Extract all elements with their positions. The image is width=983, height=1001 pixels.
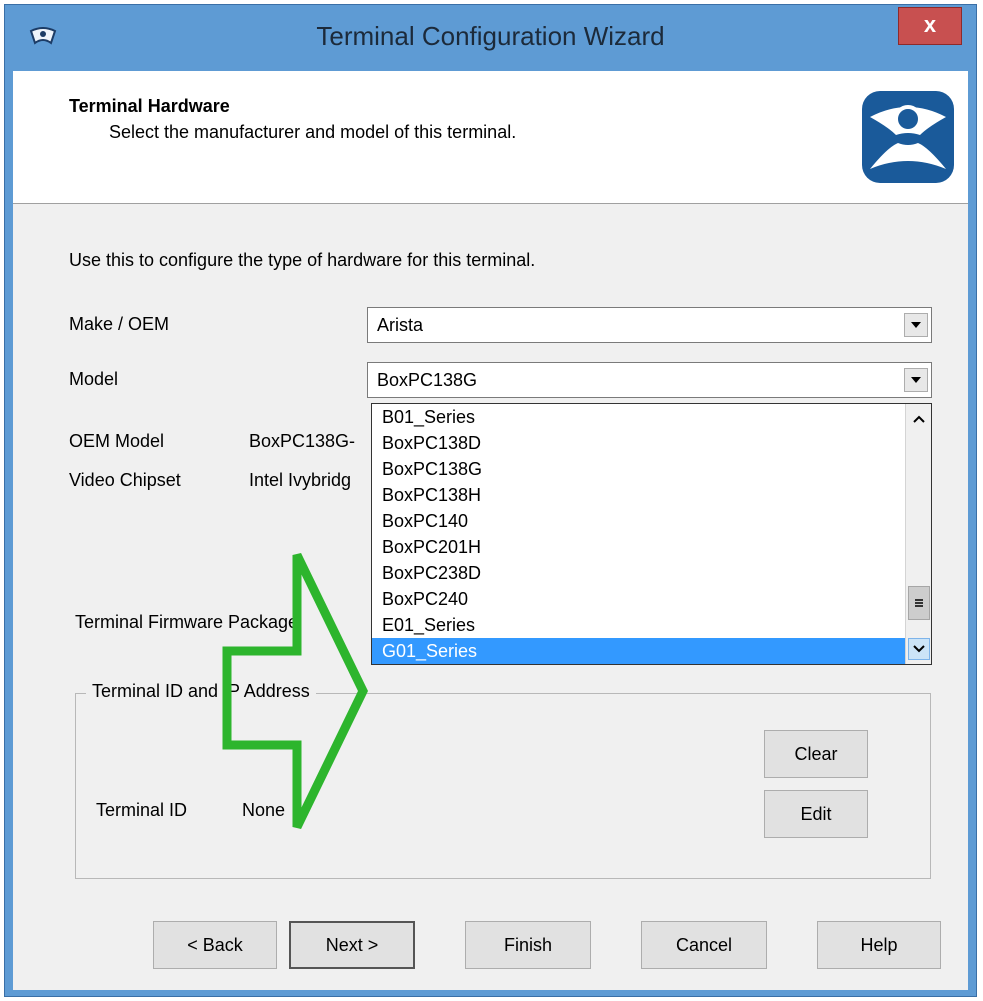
cancel-button[interactable]: Cancel: [641, 921, 767, 969]
page-title: Terminal Hardware: [69, 96, 230, 116]
wizard-body: Terminal Hardware Select the manufacture…: [13, 71, 968, 990]
chevron-down-icon[interactable]: [904, 368, 928, 392]
list-item-selected[interactable]: G01_Series: [372, 638, 905, 664]
next-button[interactable]: Next >: [289, 921, 415, 969]
model-combobox[interactable]: BoxPC138G: [367, 362, 932, 398]
terminal-id-value: None: [242, 800, 286, 820]
oem-model-label: OEM Model: [69, 431, 165, 451]
thinmanager-logo-icon: [862, 91, 954, 183]
edit-button[interactable]: Edit: [764, 790, 868, 838]
page-subtitle: Select the manufacturer and model of thi…: [109, 122, 517, 142]
group-legend: Terminal ID and IP Address: [86, 681, 316, 702]
make-value: Arista: [377, 315, 424, 335]
title-bar[interactable]: Terminal Configuration Wizard x: [5, 5, 976, 71]
list-item[interactable]: BoxPC201H: [372, 534, 905, 560]
model-dropdown-list[interactable]: B01_Series BoxPC138D BoxPC138G BoxPC138H…: [371, 403, 932, 665]
make-combobox[interactable]: Arista: [367, 307, 932, 343]
firmware-label: Terminal Firmware Package: [75, 612, 299, 632]
finish-button[interactable]: Finish: [465, 921, 591, 969]
terminal-id-group: Terminal ID and IP Address Terminal ID N…: [75, 681, 931, 879]
chevron-down-icon[interactable]: [904, 313, 928, 337]
list-item[interactable]: BoxPC138H: [372, 482, 905, 508]
header-panel: Terminal Hardware Select the manufacture…: [13, 71, 968, 204]
window-title: Terminal Configuration Wizard: [316, 21, 665, 51]
list-item[interactable]: BoxPC238D: [372, 560, 905, 586]
chevron-down-icon[interactable]: [908, 638, 930, 660]
help-button[interactable]: Help: [817, 921, 941, 969]
list-item[interactable]: BoxPC138D: [372, 430, 905, 456]
close-button[interactable]: x: [898, 7, 962, 45]
intro-text: Use this to configure the type of hardwa…: [69, 250, 536, 270]
dropdown-scrollbar[interactable]: [905, 404, 931, 664]
terminal-id-label: Terminal ID: [96, 800, 188, 820]
list-item[interactable]: BoxPC240: [372, 586, 905, 612]
model-label: Model: [69, 369, 119, 389]
video-chipset-value: Intel Ivybridg: [249, 470, 352, 490]
wizard-window: Terminal Configuration Wizard x Terminal…: [4, 4, 977, 997]
back-button[interactable]: < Back: [153, 921, 277, 969]
clear-button[interactable]: Clear: [764, 730, 868, 778]
list-item[interactable]: BoxPC138G: [372, 456, 905, 482]
list-item[interactable]: B01_Series: [372, 404, 905, 430]
model-value: BoxPC138G: [377, 370, 478, 390]
list-item[interactable]: E01_Series: [372, 612, 905, 638]
make-label: Make / OEM: [69, 314, 170, 334]
oem-model-value: BoxPC138G-: [249, 431, 356, 451]
video-chipset-label: Video Chipset: [69, 470, 181, 490]
chevron-up-icon[interactable]: [908, 408, 930, 430]
scrollbar-thumb[interactable]: [908, 586, 930, 620]
list-item[interactable]: BoxPC140: [372, 508, 905, 534]
